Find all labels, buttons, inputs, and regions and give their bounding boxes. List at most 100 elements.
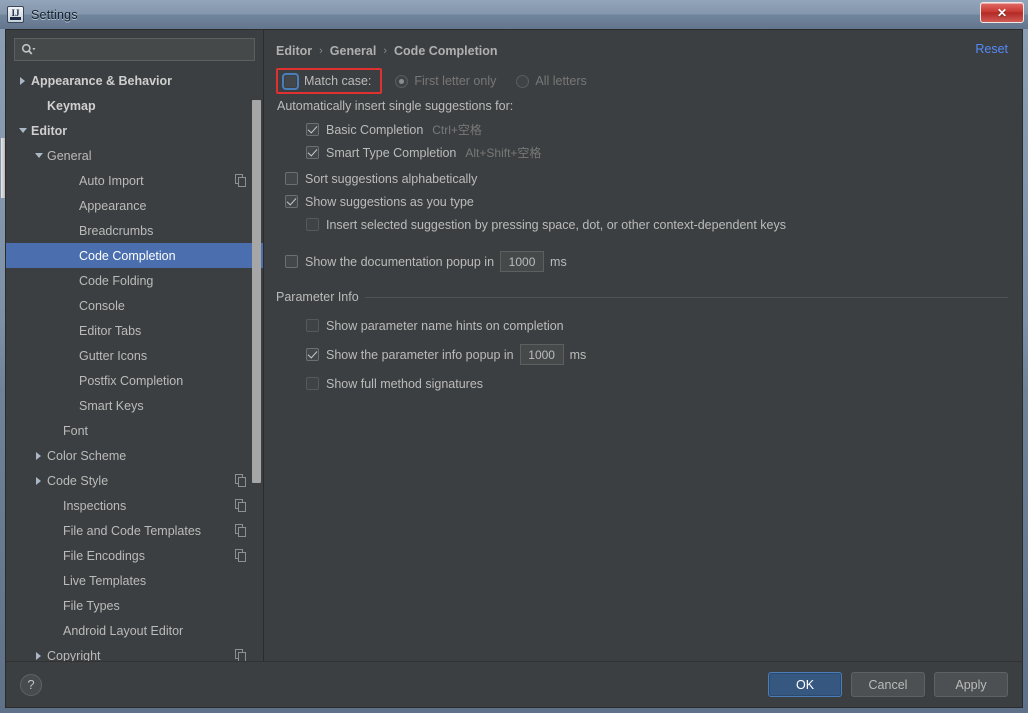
chevron-down-icon[interactable] — [16, 124, 29, 137]
match-case-checkbox[interactable] — [284, 74, 297, 88]
sidebar-item-breadcrumbs[interactable]: Breadcrumbs — [6, 218, 263, 243]
all-letters-radio-group[interactable]: All letters — [516, 74, 587, 88]
sidebar-item-smart-keys[interactable]: Smart Keys — [6, 393, 263, 418]
show-as-you-type-label: Show suggestions as you type — [305, 194, 474, 209]
sidebar-item-file-and-code-templates[interactable]: File and Code Templates — [6, 518, 263, 543]
sidebar-item-color-scheme[interactable]: Color Scheme — [6, 443, 263, 468]
sidebar-item-label: File and Code Templates — [63, 523, 202, 538]
doc-popup-checkbox[interactable] — [285, 255, 298, 268]
copy-icon[interactable] — [235, 474, 247, 490]
copy-icon[interactable] — [235, 174, 247, 190]
chevron-right-icon[interactable] — [32, 449, 45, 462]
sidebar-item-inspections[interactable]: Inspections — [6, 493, 263, 518]
param-name-hints-checkbox[interactable] — [306, 319, 319, 332]
match-case-label: Match case: — [304, 74, 372, 88]
sidebar-item-font[interactable]: Font — [6, 418, 263, 443]
param-name-hints-row[interactable]: Show parameter name hints on completion — [276, 314, 1008, 337]
param-info-popup-checkbox[interactable] — [306, 348, 319, 361]
chevron-right-icon[interactable] — [16, 74, 29, 87]
copy-icon[interactable] — [235, 549, 247, 565]
full-method-signatures-checkbox[interactable] — [306, 377, 319, 390]
param-info-popup-row[interactable]: Show the parameter info popup in ms — [276, 342, 1008, 367]
first-letter-only-radio-group[interactable]: First letter only — [395, 74, 496, 88]
sidebar-item-copyright[interactable]: Copyright — [6, 643, 263, 661]
search-box[interactable] — [14, 38, 255, 61]
sidebar-item-console[interactable]: Console — [6, 293, 263, 318]
chevron-right-icon[interactable] — [32, 474, 45, 487]
sidebar-item-postfix-completion[interactable]: Postfix Completion — [6, 368, 263, 393]
sidebar-item-gutter-icons[interactable]: Gutter Icons — [6, 343, 263, 368]
sort-suggestions-row[interactable]: Sort suggestions alphabetically — [276, 167, 1008, 190]
settings-dialog: Appearance & Behavior Keymap Editor General… — [1, 29, 1023, 708]
help-button[interactable]: ? — [20, 673, 42, 696]
first-letter-only-radio[interactable] — [395, 74, 409, 88]
insert-selected-suggestion-checkbox[interactable] — [306, 218, 319, 231]
doc-popup-delay-input[interactable] — [500, 251, 545, 272]
insert-selected-suggestion-row[interactable]: Insert selected suggestion by pressing s… — [276, 213, 1008, 236]
reset-link[interactable]: Reset — [975, 42, 1008, 56]
sidebar-item-general[interactable]: General — [6, 143, 263, 168]
copy-icon[interactable] — [235, 649, 247, 661]
breadcrumb-item-general[interactable]: General — [330, 44, 377, 58]
apply-button[interactable]: Apply — [934, 672, 1008, 697]
chevron-down-icon[interactable] — [32, 149, 45, 162]
breadcrumb-separator: › — [383, 45, 388, 57]
breadcrumb-item-code-completion: Code Completion — [394, 44, 498, 58]
sidebar-item-code-style[interactable]: Code Style — [6, 468, 263, 493]
match-case-row: Match case: First letter only All letter… — [276, 68, 1008, 94]
settings-tree[interactable]: Appearance & Behavior Keymap Editor General… — [6, 66, 263, 661]
close-button[interactable]: ✕ — [980, 2, 1024, 23]
cancel-button[interactable]: Cancel — [851, 672, 925, 697]
full-method-signatures-row[interactable]: Show full method signatures — [276, 372, 1008, 395]
basic-completion-checkbox[interactable] — [306, 123, 319, 136]
sidebar-item-code-folding[interactable]: Code Folding — [6, 268, 263, 293]
parameter-info-group: Parameter Info Show parameter name hints… — [276, 288, 1008, 395]
sidebar-item-file-encodings[interactable]: File Encodings — [6, 543, 263, 568]
smart-type-completion-row[interactable]: Smart Type Completion Alt+Shift+空格 — [276, 141, 1008, 164]
show-as-you-type-checkbox[interactable] — [285, 195, 298, 208]
copy-icon[interactable] — [235, 499, 247, 515]
chevron-right-icon[interactable] — [32, 649, 45, 661]
sidebar-item-label: Appearance — [79, 198, 147, 213]
sidebar-item-code-completion[interactable]: Code Completion — [6, 243, 263, 268]
all-letters-radio[interactable] — [516, 74, 530, 88]
smart-type-completion-checkbox[interactable] — [306, 146, 319, 159]
search-input[interactable] — [38, 42, 248, 57]
help-icon: ? — [27, 677, 35, 692]
sort-suggestions-checkbox[interactable] — [285, 172, 298, 185]
sidebar-item-auto-import[interactable]: Auto Import — [6, 168, 263, 193]
smart-type-completion-shortcut: Alt+Shift+空格 — [465, 146, 542, 160]
sidebar-item-label: Font — [63, 423, 89, 438]
sidebar-item-label: General — [47, 148, 92, 163]
settings-window: IJ Settings ✕ Appearance & Behavior Keym… — [0, 0, 1028, 713]
basic-completion-row[interactable]: Basic Completion Ctrl+空格 — [276, 118, 1008, 141]
sidebar-item-live-templates[interactable]: Live Templates — [6, 568, 263, 593]
sidebar-item-file-types[interactable]: File Types — [6, 593, 263, 618]
sidebar-item-keymap[interactable]: Keymap — [6, 93, 263, 118]
ok-button[interactable]: OK — [768, 672, 842, 697]
copy-icon[interactable] — [235, 524, 247, 540]
sidebar-item-android-layout-editor[interactable]: Android Layout Editor — [6, 618, 263, 643]
sidebar-item-appearance[interactable]: Appearance — [6, 193, 263, 218]
match-case-checkbox-group[interactable]: Match case: — [276, 68, 371, 94]
sidebar-item-editor[interactable]: Editor — [6, 118, 263, 143]
window-edge-scrollbar[interactable] — [1, 138, 5, 198]
param-info-popup-delay-input[interactable] — [519, 344, 564, 365]
sidebar-item-label: Postfix Completion — [79, 373, 184, 388]
sidebar-item-label: Smart Keys — [79, 398, 144, 413]
sidebar-item-appearance-behavior[interactable]: Appearance & Behavior — [6, 68, 263, 93]
show-as-you-type-row[interactable]: Show suggestions as you type — [276, 190, 1008, 213]
sidebar-item-label: Gutter Icons — [79, 348, 148, 363]
sidebar-item-editor-tabs[interactable]: Editor Tabs — [6, 318, 263, 343]
sidebar-scrollbar-thumb[interactable] — [252, 100, 261, 483]
doc-popup-row[interactable]: Show the documentation popup in ms — [276, 249, 1008, 274]
sidebar-scrollbar[interactable] — [252, 100, 261, 661]
breadcrumb-item-editor[interactable]: Editor — [276, 44, 312, 58]
